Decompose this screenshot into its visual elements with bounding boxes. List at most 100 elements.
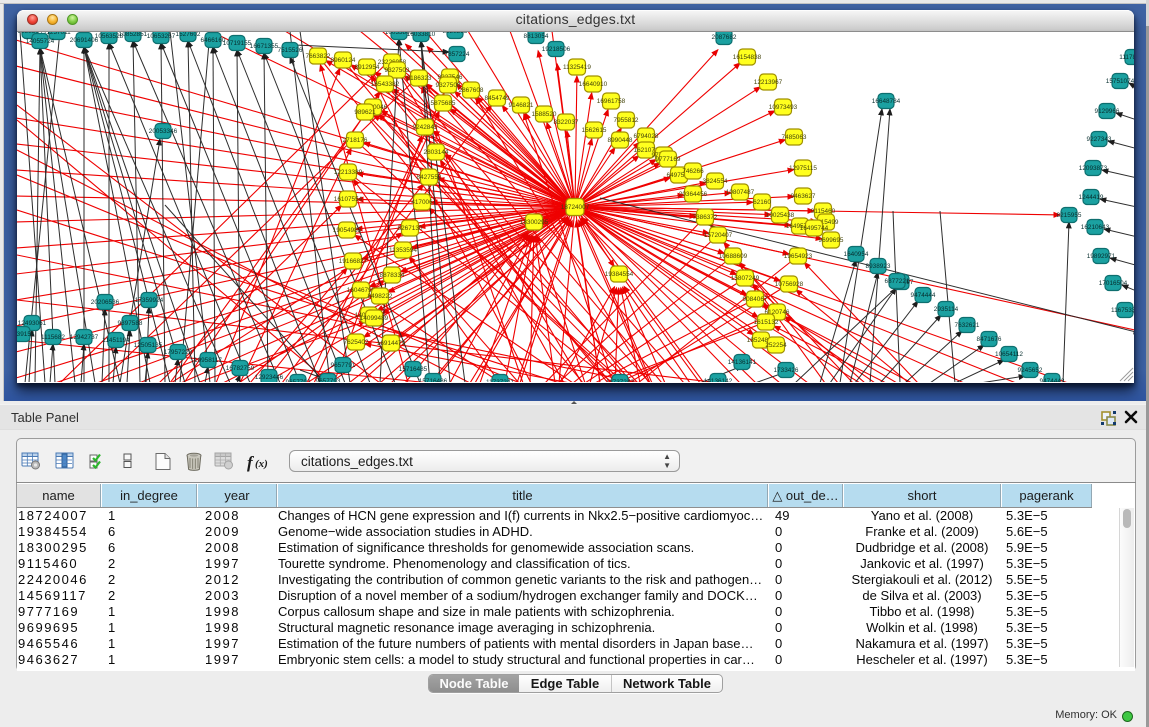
svg-text:16782759: 16782759 [226, 365, 255, 372]
svg-text:2718176: 2718176 [343, 137, 368, 144]
svg-text:16495744: 16495744 [800, 225, 829, 232]
svg-text:7955812: 7955812 [614, 117, 639, 124]
svg-text:8878334: 8878334 [380, 272, 405, 279]
svg-text:9084067: 9084067 [743, 296, 768, 303]
svg-text:10958117: 10958117 [194, 357, 222, 364]
svg-text:1733426: 1733426 [774, 367, 799, 374]
svg-text:20364456: 20364456 [679, 191, 708, 198]
svg-text:16543382: 16543382 [371, 81, 400, 88]
svg-text:16914479: 16914479 [377, 340, 406, 347]
svg-text:19892971: 19892971 [1087, 253, 1116, 260]
svg-text:10654112: 10654112 [995, 351, 1023, 358]
svg-text:7515526: 7515526 [278, 47, 303, 54]
svg-text:14055724: 14055724 [26, 38, 55, 45]
svg-text:19654923: 19654923 [784, 253, 813, 260]
svg-text:10688609: 10688609 [719, 253, 748, 260]
svg-text:18724007: 18724007 [561, 204, 590, 211]
svg-text:8528253: 8528253 [443, 32, 468, 35]
svg-text:989621: 989621 [354, 109, 376, 116]
svg-text:1244419: 1244419 [1079, 194, 1104, 201]
svg-text:9245652: 9245652 [1018, 367, 1043, 374]
svg-text:1640954: 1640954 [844, 251, 869, 258]
svg-text:12505135: 12505135 [134, 342, 163, 349]
svg-text:746266: 746266 [682, 168, 704, 175]
svg-text:1615132: 1615132 [754, 319, 779, 326]
svg-text:8454749: 8454749 [485, 95, 510, 102]
svg-text:9242845: 9242845 [413, 124, 438, 131]
svg-text:7625402: 7625402 [344, 339, 369, 346]
svg-text:8215955: 8215955 [1057, 212, 1082, 219]
svg-text:15751074: 15751074 [1106, 78, 1134, 85]
svg-text:15716486: 15716486 [419, 378, 448, 382]
svg-text:10973493: 10973493 [769, 104, 798, 111]
svg-text:12213967: 12213967 [754, 79, 783, 86]
svg-text:9327503: 9327503 [385, 67, 410, 74]
svg-text:19218506: 19218506 [542, 46, 571, 53]
svg-text:12923446: 12923446 [255, 374, 284, 381]
svg-text:1562615: 1562615 [582, 127, 607, 134]
svg-text:11675338: 11675338 [1111, 307, 1134, 314]
svg-text:12093873: 12093873 [1079, 165, 1108, 172]
svg-text:7857224: 7857224 [445, 51, 470, 58]
svg-text:11353594: 11353594 [389, 247, 417, 254]
svg-text:10756928: 10756928 [775, 281, 804, 288]
svg-text:9146821: 9146821 [509, 102, 534, 109]
svg-text:7632621: 7632621 [955, 322, 980, 329]
svg-text:8938923: 8938923 [866, 263, 891, 270]
svg-text:10807487: 10807487 [726, 189, 755, 196]
svg-text:20206536: 20206536 [91, 299, 120, 306]
svg-text:14136141: 14136141 [728, 359, 757, 366]
svg-text:9327508: 9327508 [436, 82, 461, 89]
svg-text:18300295: 18300295 [520, 219, 549, 226]
svg-text:1115682: 1115682 [41, 334, 65, 341]
svg-text:19384554: 19384554 [605, 271, 634, 278]
svg-text:10653267: 10653267 [147, 33, 176, 40]
svg-text:17957223: 17957223 [164, 349, 193, 356]
svg-text:2087682: 2087682 [712, 34, 737, 41]
svg-text:11737242: 11737242 [606, 379, 634, 382]
svg-text:16154838: 16154838 [733, 54, 762, 61]
svg-text:7663822: 7663822 [306, 53, 331, 60]
svg-text:11178056: 11178056 [1119, 54, 1134, 61]
svg-text:11325419: 11325419 [563, 64, 591, 71]
svg-text:7386372: 7386372 [693, 214, 718, 221]
svg-text:9129966: 9129966 [1095, 108, 1120, 115]
svg-text:7485063: 7485063 [782, 134, 807, 141]
svg-text:8267130: 8267130 [398, 225, 423, 232]
svg-text:16648784: 16648784 [872, 98, 901, 105]
svg-text:17016504: 17016504 [1099, 280, 1128, 287]
svg-text:8186323: 8186323 [407, 75, 432, 82]
svg-text:8912954: 8912954 [355, 64, 380, 71]
svg-text:15716485: 15716485 [399, 366, 428, 373]
svg-text:9474443: 9474443 [1040, 378, 1065, 382]
svg-text:1588520: 1588520 [532, 111, 557, 118]
svg-text:8498222: 8498222 [368, 293, 393, 300]
svg-text:9227343: 9227343 [1087, 136, 1112, 143]
svg-text:19166827: 19166827 [339, 258, 368, 265]
svg-text:16961758: 16961758 [597, 98, 626, 105]
svg-text:20053346: 20053346 [149, 128, 178, 135]
svg-text:10852851: 10852851 [119, 32, 148, 38]
svg-text:62160: 62160 [753, 199, 771, 206]
svg-text:2935114: 2935114 [934, 306, 959, 313]
svg-text:14099489: 14099489 [360, 315, 389, 322]
svg-text:16210643: 16210643 [1081, 224, 1110, 231]
svg-text:9699695: 9699695 [819, 237, 844, 244]
svg-text:8813054: 8813054 [524, 33, 549, 40]
svg-text:6877221: 6877221 [885, 278, 910, 285]
svg-text:19054983: 19054983 [333, 227, 362, 234]
svg-text:8322037: 8322037 [554, 119, 579, 126]
svg-text:3824554: 3824554 [703, 178, 728, 185]
svg-text:f: f [247, 453, 255, 472]
svg-text:10719155: 10719155 [223, 40, 252, 47]
svg-text:8427552: 8427552 [417, 174, 442, 181]
svg-text:10025438: 10025438 [766, 212, 795, 219]
svg-text:8471676: 8471676 [977, 336, 1002, 343]
svg-text:9777169: 9777169 [656, 156, 681, 163]
svg-text:(x): (x) [255, 458, 268, 470]
svg-text:8990448: 8990448 [608, 137, 633, 144]
svg-text:11451194: 11451194 [102, 337, 130, 344]
svg-text:1527602: 1527602 [176, 32, 201, 38]
svg-text:2867608: 2867608 [459, 87, 484, 94]
svg-text:15807249: 15807249 [731, 275, 760, 282]
